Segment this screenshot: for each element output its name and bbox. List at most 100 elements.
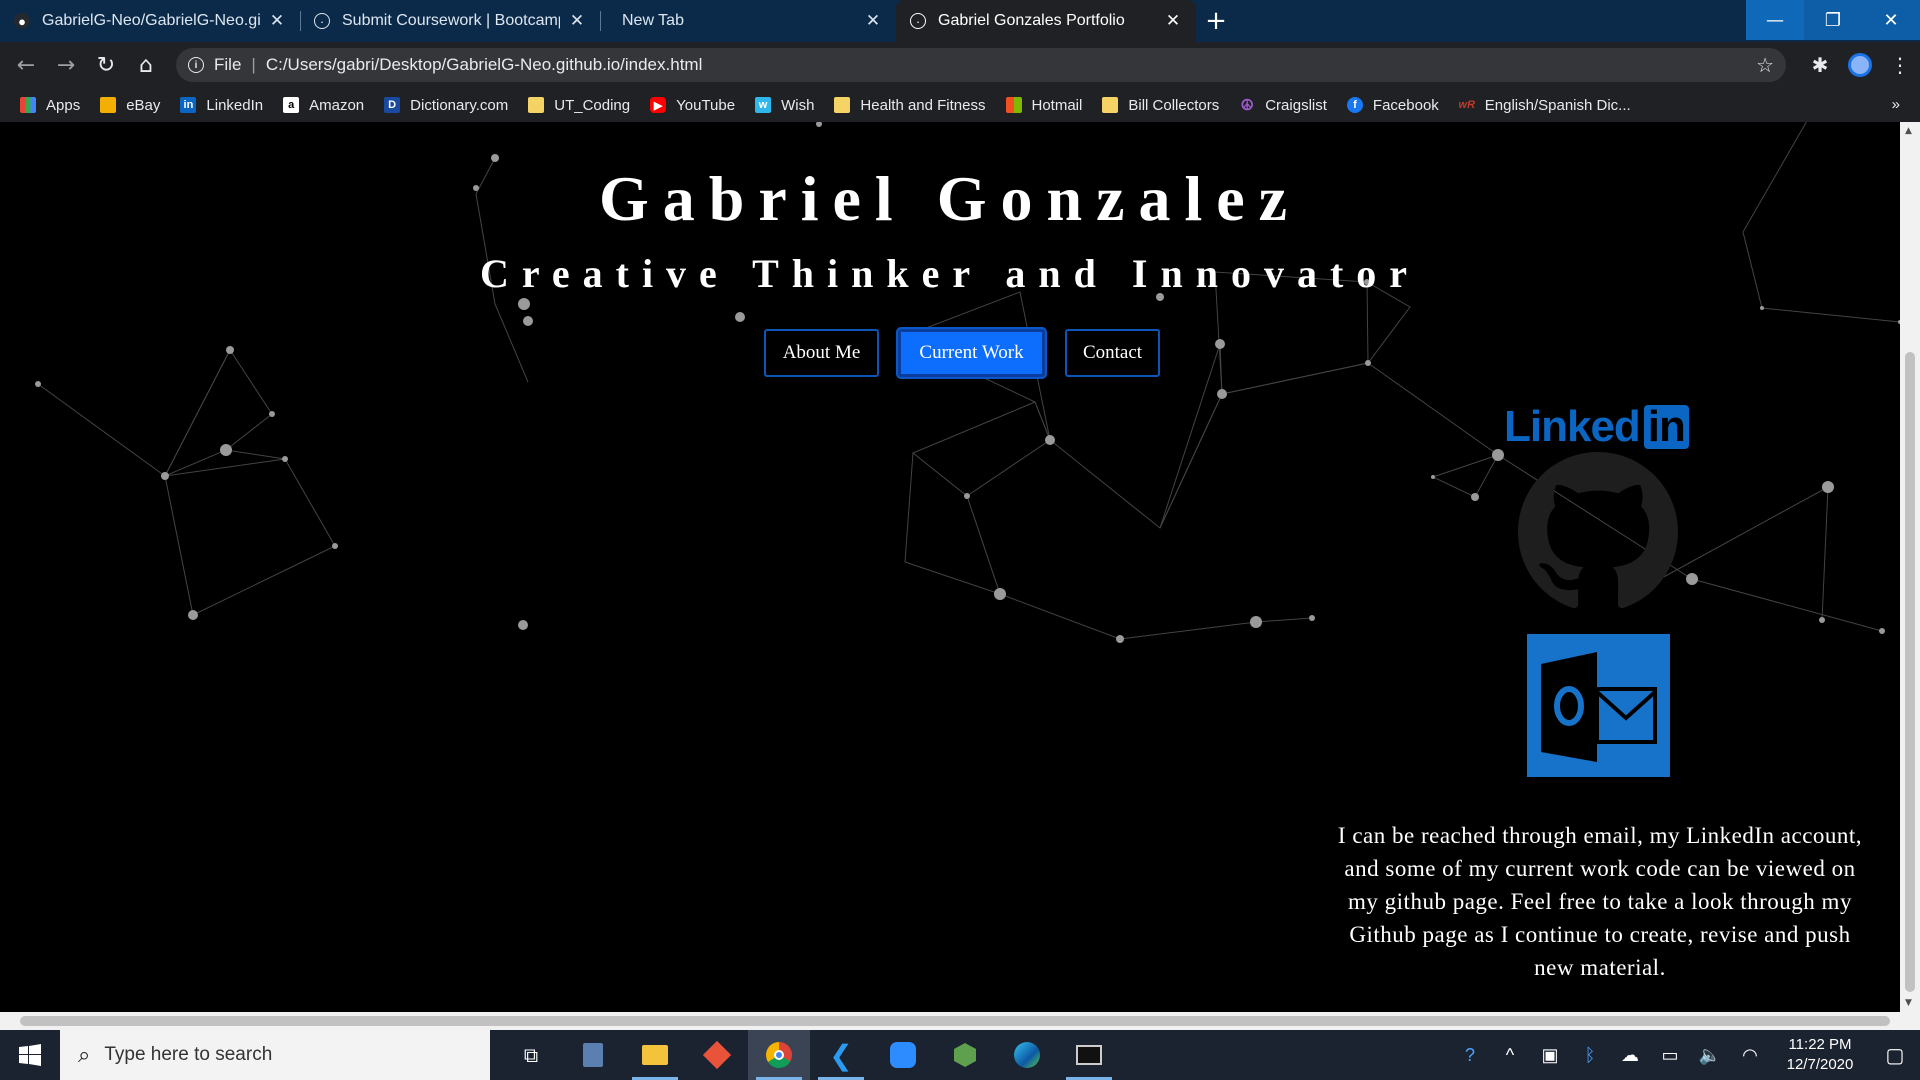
bookmark-hotmail[interactable]: Hotmail (1005, 97, 1082, 114)
bookmark-health-fitness[interactable]: Health and Fitness (834, 97, 986, 114)
bookmark-ut-coding[interactable]: UT_Coding (528, 97, 630, 114)
onedrive-icon[interactable]: ☁ (1610, 1045, 1650, 1066)
url-separator: | (251, 55, 256, 74)
restore-button[interactable]: ❐ (1804, 0, 1862, 40)
horizontal-scroll-thumb[interactable] (20, 1016, 1890, 1026)
github-icon: ● (14, 13, 30, 29)
close-icon[interactable]: ✕ (1164, 11, 1182, 31)
windows-start-icon[interactable] (0, 1030, 60, 1080)
bookmark-linkedin[interactable]: in LinkedIn (180, 97, 263, 114)
search-icon: ⌕ (78, 1042, 91, 1067)
help-icon[interactable]: ? (1450, 1045, 1490, 1066)
tab-title: GabrielG-Neo/GabrielG-Neo.gith (42, 12, 260, 29)
close-icon[interactable]: ✕ (268, 11, 286, 31)
bookmark-craigslist[interactable]: ☮ Craigslist (1239, 97, 1326, 115)
close-icon[interactable]: ✕ (568, 11, 586, 31)
vertical-scroll-thumb[interactable] (1905, 352, 1915, 992)
current-work-button[interactable]: Current Work (898, 329, 1045, 377)
chrome-icon[interactable] (748, 1030, 810, 1080)
linkedin-word: Linked (1504, 402, 1641, 451)
hero-tagline: Creative Thinker and Innovator (479, 251, 1421, 296)
hero-name: Gabriel Gonzalez (598, 163, 1302, 234)
globe-icon: · (314, 13, 330, 29)
close-icon[interactable]: ✕ (864, 11, 882, 31)
linkedin-logo-link[interactable]: Linked in (1504, 402, 1689, 452)
bookmark-english-spanish[interactable]: wR English/Spanish Dic... (1459, 97, 1631, 114)
vertical-scrollbar[interactable]: ▲ ▼ (1900, 122, 1920, 1012)
bookmarks-bar: Apps eBay in LinkedIn a Amazon D Dictionary… (0, 88, 1920, 122)
tab-new-tab[interactable]: New Tab ✕ (600, 0, 896, 42)
edge-icon[interactable] (996, 1030, 1058, 1080)
file-explorer-icon[interactable] (624, 1030, 686, 1080)
taskbar-clock[interactable]: 11:22 PM 12/7/2020 (1770, 1035, 1870, 1075)
info-icon[interactable]: i (188, 57, 204, 73)
reload-icon[interactable]: ↻ (86, 45, 126, 85)
ebay-icon (100, 97, 117, 113)
globe-icon: · (910, 13, 926, 29)
bookmark-youtube[interactable]: ▶ YouTube (650, 97, 735, 114)
search-placeholder: Type here to search (104, 1044, 273, 1065)
bookmarks-overflow-icon[interactable]: » (1892, 96, 1900, 113)
taskbar-search-input[interactable]: ⌕ Type here to search (60, 1030, 490, 1080)
forward-icon[interactable]: → (46, 45, 86, 85)
system-tray: ? ^ ▣ ᛒ ☁ ▭ 🔈 ◠ 11:22 PM 12/7/2020 ▢ (1450, 1030, 1920, 1080)
task-view-icon[interactable]: ⧉ (500, 1030, 562, 1080)
nodejs-icon[interactable] (934, 1030, 996, 1080)
facebook-icon: f (1346, 97, 1363, 113)
amazon-icon: a (283, 97, 300, 113)
battery-icon[interactable]: ▭ (1650, 1045, 1690, 1066)
contact-button[interactable]: Contact (1065, 329, 1160, 377)
horizontal-scrollbar[interactable] (0, 1012, 1920, 1030)
new-tab-button[interactable]: + (1196, 0, 1236, 42)
outlook-logo-link[interactable] (1527, 634, 1670, 777)
chevron-up-icon[interactable]: ^ (1490, 1045, 1530, 1066)
page-viewport: Gabriel Gonzalez Creative Thinker and In… (0, 122, 1920, 1012)
profile-avatar[interactable] (1840, 45, 1880, 85)
bookmark-wish[interactable]: w Wish (755, 97, 814, 114)
vscode-icon[interactable]: ❮ (810, 1030, 872, 1080)
home-icon[interactable]: ⌂ (126, 45, 166, 85)
github-logo-icon[interactable] (1518, 452, 1678, 612)
tab-strip: ● GabrielG-Neo/GabrielG-Neo.gith ✕ · Sub… (0, 0, 1920, 42)
meet-now-icon[interactable]: ▣ (1530, 1045, 1570, 1066)
bookmark-bill-collectors[interactable]: Bill Collectors (1102, 97, 1219, 114)
apps-grid-icon (20, 97, 36, 113)
tab-bootcamp[interactable]: · Submit Coursework | Bootcamp S ✕ (300, 0, 600, 42)
tab-title: Gabriel Gonzales Portfolio (938, 12, 1125, 29)
git-icon[interactable] (686, 1030, 748, 1080)
bookmark-apps[interactable]: Apps (20, 97, 80, 114)
bluetooth-icon[interactable]: ᛒ (1570, 1045, 1610, 1066)
back-icon[interactable]: ← (6, 45, 46, 85)
scroll-down-icon[interactable]: ▼ (1905, 998, 1912, 1008)
volume-icon[interactable]: 🔈 (1690, 1045, 1730, 1066)
notifications-icon[interactable]: ▢ (1870, 1043, 1920, 1068)
bookmark-star-icon[interactable]: ☆ (1756, 53, 1774, 78)
tab-title: New Tab (622, 12, 684, 29)
url-text[interactable]: C:/Users/gabri/Desktop/GabrielG-Neo.gith… (266, 55, 1756, 75)
linkedin-icon: in (180, 97, 197, 113)
tab-portfolio[interactable]: · Gabriel Gonzales Portfolio ✕ (896, 0, 1196, 42)
wish-icon: w (755, 97, 772, 113)
minimize-button[interactable]: — (1746, 0, 1804, 40)
about-me-button[interactable]: About Me (764, 329, 879, 377)
browser-toolbar: ← → ↻ ⌂ i File | C:/Users/gabri/Desktop/… (0, 42, 1920, 88)
address-bar[interactable]: i File | C:/Users/gabri/Desktop/GabrielG… (176, 48, 1786, 82)
menu-icon[interactable]: ⋮ (1880, 45, 1920, 85)
tab-github[interactable]: ● GabrielG-Neo/GabrielG-Neo.gith ✕ (0, 0, 300, 42)
extensions-icon[interactable]: ✱ (1800, 45, 1840, 85)
bookmark-ebay[interactable]: eBay (100, 97, 160, 114)
bookmark-amazon[interactable]: a Amazon (283, 97, 364, 114)
bookmark-dictionary[interactable]: D Dictionary.com (384, 97, 508, 114)
zoom-icon[interactable] (872, 1030, 934, 1080)
url-scheme: File (214, 55, 242, 74)
window-close-button[interactable]: ✕ (1862, 0, 1920, 40)
windows-taskbar: ⌕ Type here to search ⧉ ❮ ? ^ ▣ ᛒ ☁ ▭ 🔈 … (0, 1030, 1920, 1080)
clock-time: 11:22 PM (1788, 1036, 1852, 1053)
wifi-icon[interactable]: ◠ (1730, 1045, 1770, 1066)
bookmark-facebook[interactable]: f Facebook (1346, 97, 1439, 114)
scroll-up-icon[interactable]: ▲ (1905, 126, 1912, 136)
linkedin-in-mark: in (1643, 405, 1689, 449)
terminal-icon[interactable] (1058, 1030, 1120, 1080)
youtube-icon: ▶ (650, 97, 667, 113)
calculator-icon[interactable] (562, 1030, 624, 1080)
